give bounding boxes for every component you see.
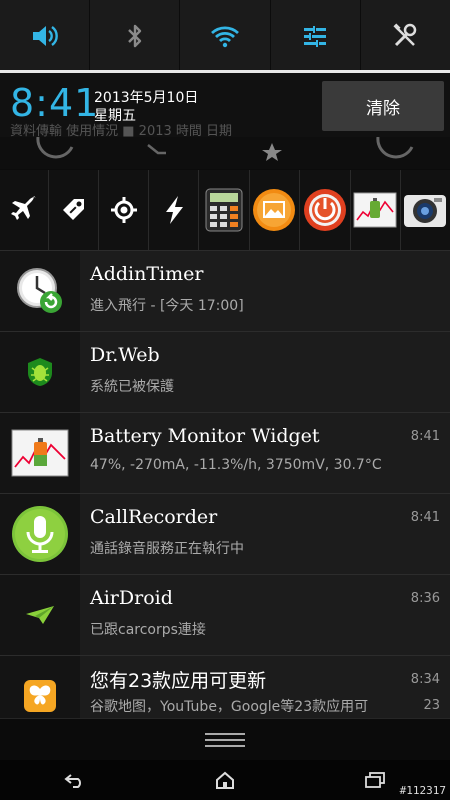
partial-widgets-icon xyxy=(36,137,414,161)
notification-time: 8:34 xyxy=(410,672,440,687)
notification-item[interactable]: Dr.Web 系統已被保護 xyxy=(0,331,450,412)
camera-shortcut[interactable] xyxy=(401,170,450,250)
notification-count: 23 xyxy=(423,698,440,713)
date-label: 2013年5月10日 xyxy=(94,90,199,106)
power-shortcut[interactable] xyxy=(300,170,351,250)
timer-clock-icon xyxy=(17,268,62,313)
airplane-icon xyxy=(11,196,37,220)
notification-title: 您有23款应用可更新 xyxy=(90,670,267,692)
notification-item[interactable]: AirDroid 8:36 已跟carcorps連接 xyxy=(0,574,450,655)
home-button[interactable] xyxy=(150,760,300,800)
notification-title: CallRecorder xyxy=(90,506,218,528)
notification-subtitle: 進入飛行 - [今天 17:00] xyxy=(90,298,244,314)
wifi-icon xyxy=(211,26,239,48)
bluetooth-icon xyxy=(127,24,141,48)
notification-time: 8:41 xyxy=(410,429,440,444)
battery-chart-shortcut[interactable] xyxy=(351,170,401,250)
sync-toggle[interactable] xyxy=(271,0,361,72)
shortcut-row xyxy=(0,170,450,250)
drag-handle-icon xyxy=(205,733,245,747)
panel-drag-handle[interactable] xyxy=(0,718,450,761)
microphone-icon xyxy=(12,506,68,562)
date-block: 2013年5月10日 星期五 xyxy=(94,89,198,125)
chart-icon xyxy=(353,192,397,228)
system-nav-bar xyxy=(0,760,450,800)
home-icon xyxy=(216,771,234,789)
wifi-toggle[interactable] xyxy=(180,0,271,72)
notification-subtitle: 已跟carcorps連接 xyxy=(90,622,206,638)
notification-icon-box xyxy=(0,332,80,412)
notification-item[interactable]: AddinTimer 進入飛行 - [今天 17:00] xyxy=(0,250,450,331)
flash-shortcut[interactable] xyxy=(149,170,200,250)
butterfly-icon xyxy=(24,680,56,712)
notification-icon-box xyxy=(0,575,80,655)
volume-icon xyxy=(32,26,58,46)
bluetooth-toggle[interactable] xyxy=(90,0,181,72)
notification-subtitle: 通話錄音服務正在執行中 xyxy=(90,541,244,557)
clock-time: 8:41 xyxy=(10,81,100,125)
weekday-label: 星期五 xyxy=(94,108,136,124)
quick-toggle-bar xyxy=(0,0,450,72)
notification-time: 8:41 xyxy=(410,510,440,525)
notification-title: Battery Monitor Widget xyxy=(90,425,320,447)
notification-icon-box xyxy=(0,494,80,574)
flash-icon xyxy=(165,196,183,224)
recent-apps-icon xyxy=(365,772,385,788)
tag-icon xyxy=(62,199,84,220)
notification-icon-box xyxy=(0,413,80,493)
battery-monitor-icon xyxy=(11,429,69,477)
gallery-icon xyxy=(253,189,296,231)
notification-header: 資料傳輸 使用情況 ■ 2013 時間 日期 8:41 2013年5月10日 星… xyxy=(0,73,450,137)
calculator-shortcut[interactable] xyxy=(199,170,250,250)
back-button[interactable] xyxy=(0,760,150,800)
notification-title: AirDroid xyxy=(90,587,173,609)
clear-button[interactable]: 清除 xyxy=(322,81,444,131)
hidden-widget-strip xyxy=(0,137,450,169)
notification-icon-box xyxy=(0,656,80,719)
tools-icon xyxy=(393,23,417,47)
gallery-shortcut[interactable] xyxy=(250,170,300,250)
notification-subtitle: 系統已被保護 xyxy=(90,379,174,395)
power-icon xyxy=(303,189,346,231)
paper-plane-icon xyxy=(26,606,54,624)
drweb-spider-icon xyxy=(28,358,52,386)
notification-subtitle: 47%, -270mA, -11.3%/h, 3750mV, 30.7°C xyxy=(90,457,382,473)
notification-subtitle: 谷歌地图，YouTube，Google等23款应用可 xyxy=(90,699,369,715)
calculator-icon xyxy=(205,188,243,232)
gps-shortcut[interactable] xyxy=(99,170,150,250)
tag-shortcut[interactable] xyxy=(49,170,100,250)
notification-item[interactable]: CallRecorder 8:41 通話錄音服務正在執行中 xyxy=(0,493,450,574)
notification-time: 8:36 xyxy=(410,591,440,606)
camera-icon xyxy=(404,195,447,227)
notification-item[interactable]: Battery Monitor Widget 8:41 47%, -270mA,… xyxy=(0,412,450,493)
notification-title: AddinTimer xyxy=(90,263,204,285)
notification-icon-box xyxy=(0,251,80,331)
airplane-shortcut[interactable] xyxy=(0,170,50,250)
back-icon xyxy=(64,774,81,788)
sync-settings-icon xyxy=(304,26,327,47)
volume-toggle[interactable] xyxy=(0,0,91,72)
settings-toggle[interactable] xyxy=(361,0,450,72)
notification-title: Dr.Web xyxy=(90,344,160,366)
notification-item[interactable]: 您有23款应用可更新 8:34 谷歌地图，YouTube，Google等23款应… xyxy=(0,655,450,719)
watermark-tag: #112317 xyxy=(399,784,446,797)
gps-icon xyxy=(110,197,137,223)
